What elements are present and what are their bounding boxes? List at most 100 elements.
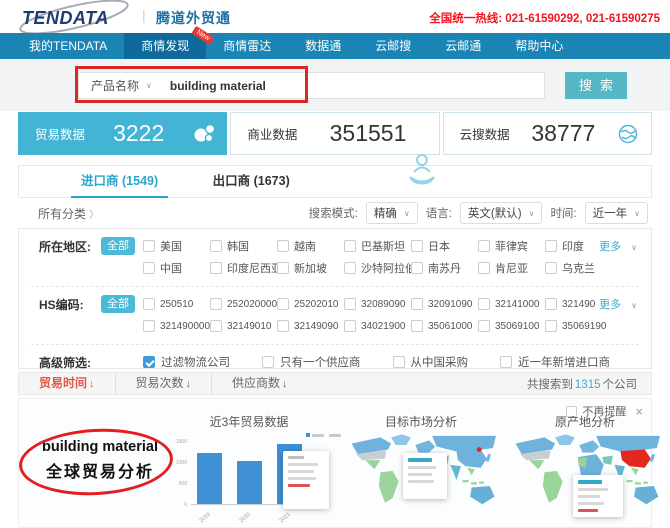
hs-more-link[interactable]: 更多 ∨ [599,296,637,312]
checkbox[interactable] [411,262,423,274]
checkbox[interactable] [143,298,155,310]
checkbox[interactable] [545,262,557,274]
checkbox[interactable] [411,320,423,332]
hs-checkbox[interactable]: 32141000 [478,298,545,310]
tendata-logo[interactable]: TENDATA [18,0,138,35]
filter-single-supplier[interactable]: 只有一个供应商 [262,354,361,370]
checkbox[interactable] [210,298,222,310]
region-checkbox[interactable]: 中国 [143,260,210,276]
support-person-icon[interactable] [406,151,438,192]
hs-checkbox[interactable]: 32089090 [344,298,411,310]
nav-item-cloud-mail-search[interactable]: 云邮搜 [358,33,428,59]
checkbox[interactable] [411,298,423,310]
origin-analysis-map[interactable] [511,429,663,521]
all-categories-link[interactable]: 所有分类 [38,205,86,222]
hs-checkbox[interactable]: 35069190 [545,320,612,332]
checkbox[interactable] [143,320,155,332]
region-checkbox[interactable]: 日本 [411,238,478,254]
region-more-link[interactable]: 更多 ∨ [599,238,637,254]
checkbox[interactable] [210,262,222,274]
checkbox[interactable] [478,262,490,274]
region-checkbox[interactable]: 韩国 [210,238,277,254]
region-checkbox[interactable]: 肯尼亚 [478,260,545,276]
hs-all-button[interactable]: 全部 [101,295,135,313]
search-button[interactable]: 搜索 [565,72,627,99]
checkbox[interactable] [143,240,155,252]
language-select[interactable]: 英文(默认) ∨ [459,202,543,224]
checkbox[interactable] [478,240,490,252]
hs-checkbox[interactable]: 35061000 [411,320,478,332]
checkbox[interactable] [210,320,222,332]
sort-by-trade-count[interactable]: 贸易次数 ↓ [116,372,213,395]
checkbox[interactable] [344,298,356,310]
sort-by-supplier-count[interactable]: 供应商数 ↓ [212,373,308,395]
hs-checkbox[interactable]: 250510 [143,298,210,310]
hs-checkbox[interactable]: 321490000... [143,320,218,332]
stat-cloud-search-data[interactable]: 云搜数据 38777 [442,112,652,155]
nav-item-biz-discovery[interactable]: 商情发现 New [124,25,215,59]
checkbox[interactable] [344,240,356,252]
region-checkbox[interactable]: 乌克兰 [545,260,612,276]
region-checkbox[interactable]: 越南 [277,238,344,254]
filter-logistics-companies[interactable]: 过滤物流公司 [143,354,230,370]
search-type-dropdown[interactable]: 产品名称 [79,77,139,94]
checkbox[interactable] [478,320,490,332]
data-source-tabs: 贸易数据 3222 商业数据 351551 云搜数据 38777 [18,112,652,155]
stat-trade-data[interactable]: 贸易数据 3222 [18,112,228,155]
nav-item-help-center[interactable]: 帮助中心 [498,33,580,59]
search-mode-label: 搜索模式: [308,208,358,220]
tab-exporters[interactable]: 出口商 (1673) [207,166,296,197]
checkbox[interactable] [545,240,557,252]
nav-item-my-tendata[interactable]: 我的TENDATA [12,33,124,59]
filter-new-importers[interactable]: 近一年新增进口商 [500,354,610,370]
bar-2019[interactable] [197,453,222,504]
checkbox[interactable] [478,298,490,310]
checkbox-checked[interactable] [143,356,155,368]
hs-checkbox[interactable]: 35069100 [478,320,545,332]
checkbox[interactable] [500,356,512,368]
filter-buy-from-china[interactable]: 从中国采购 [392,354,468,370]
checkbox[interactable] [545,298,557,310]
hs-checkbox[interactable]: 32149090 [277,320,344,332]
checkbox[interactable] [411,240,423,252]
trade-bar-chart[interactable]: 0 500 1000 1500 2019 2020 2021 [171,431,343,524]
nav-item-data-link[interactable]: 数据通 [288,33,358,59]
search-input[interactable]: 产品名称 ∨ building material [78,72,545,99]
region-checkbox[interactable]: 菲律宾 [478,238,545,254]
search-mode-select[interactable]: 精确 ∨ [365,202,418,224]
checkbox[interactable] [277,320,289,332]
hs-checkbox[interactable]: 2520200000 [210,298,283,310]
region-checkbox[interactable]: 印度尼西亚 [210,260,282,276]
checkbox[interactable] [392,356,405,368]
checkbox[interactable] [143,262,155,274]
checkbox[interactable] [262,356,274,368]
checkbox[interactable] [344,262,356,274]
region-checkbox[interactable]: 沙特阿拉伯 [344,260,416,276]
target-market-map[interactable] [347,429,499,521]
nav-item-biz-radar[interactable]: 商情雷达 [206,33,288,59]
sort-by-trade-time[interactable]: 贸易时间 ↓ [19,372,116,395]
hs-checkbox[interactable]: 32149010 [210,320,277,332]
region-all-button[interactable]: 全部 [101,237,135,255]
nav-item-cloud-mail[interactable]: 云邮通 [428,33,498,59]
result-count[interactable]: 1315 [575,379,601,391]
region-checkbox[interactable]: 美国 [143,238,210,254]
legend-text-placeholder [312,433,324,437]
time-select[interactable]: 近一年 ∨ [584,202,648,224]
chevron-down-icon: ∨ [403,208,410,218]
checkbox[interactable] [277,262,289,274]
region-checkbox[interactable]: 南苏丹 [411,260,478,276]
region-checkbox[interactable]: 新加坡 [277,260,344,276]
stat-business-data[interactable]: 商业数据 351551 [230,112,440,155]
checkbox[interactable] [545,320,557,332]
checkbox[interactable] [344,320,356,332]
checkbox[interactable] [277,298,289,310]
hs-checkbox[interactable]: 34021900 [344,320,411,332]
hs-checkbox[interactable]: 32091090 [411,298,478,310]
hs-checkbox[interactable]: 25202010 [277,298,344,310]
tab-importers[interactable]: 进口商 (1549) [71,166,169,198]
checkbox[interactable] [277,240,289,252]
region-checkbox[interactable]: 巴基斯坦 [344,238,411,254]
checkbox[interactable] [210,240,222,252]
bar-2020[interactable] [237,461,262,504]
